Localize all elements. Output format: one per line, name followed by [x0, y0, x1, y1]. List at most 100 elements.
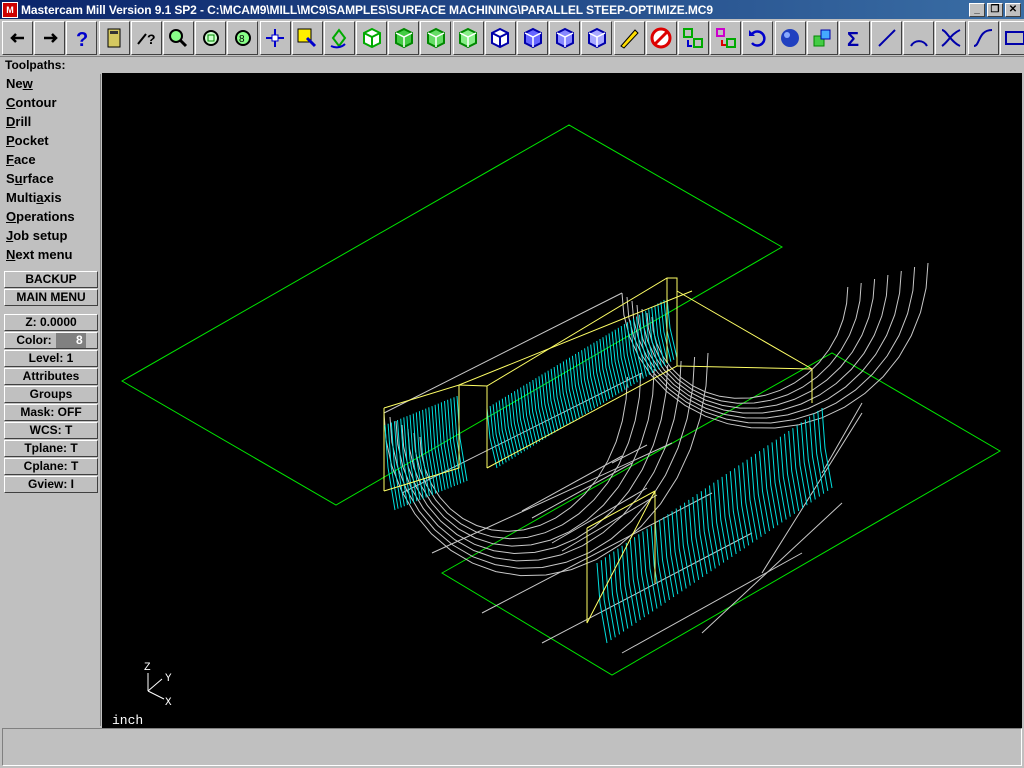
cube-iso-button[interactable] [581, 20, 613, 55]
shell-edge [621, 552, 803, 654]
rectangle-button[interactable] [999, 20, 1024, 55]
backup-button[interactable]: BACKUP [4, 271, 98, 288]
part-wireframe: Z Y X [120, 124, 1001, 709]
menu-item-contour[interactable]: Contour [2, 93, 100, 112]
toolpath-pass [384, 424, 396, 511]
toolpath-pass [657, 303, 669, 364]
menu-item-operations[interactable]: Operations [2, 207, 100, 226]
svg-text:?: ? [147, 31, 156, 47]
select-button[interactable] [291, 20, 323, 55]
line-icon [877, 28, 896, 47]
forward-arrow-button[interactable] [34, 20, 66, 55]
menu-item-job-setup[interactable]: Job setup [2, 226, 100, 245]
color-button[interactable]: Color: 8 [4, 332, 98, 349]
toolpath-pass [593, 342, 605, 403]
transform-button[interactable] [677, 20, 709, 55]
graphics-viewport[interactable]: Z Y X inch [102, 73, 1022, 728]
toolpath-pass [660, 301, 672, 362]
level-button[interactable]: Level: 1 [4, 350, 98, 367]
wcs-button[interactable]: WCS: T [4, 422, 98, 439]
solid-icon [813, 29, 831, 46]
rotate-icon [330, 27, 347, 48]
menu-item-next-menu[interactable]: Next menu [2, 245, 100, 264]
mask-button[interactable]: Mask: OFF [4, 404, 98, 421]
gview-button[interactable]: Gview: I [4, 476, 98, 493]
app-logo-icon: M [2, 1, 18, 18]
forward-arrow-icon [43, 32, 58, 43]
cube-top-button[interactable] [484, 20, 516, 55]
cube-top-icon [491, 27, 510, 48]
calculator-button[interactable] [98, 20, 130, 55]
select-icon [297, 28, 317, 47]
status-prompt-area [2, 728, 1022, 766]
close-button[interactable]: ✕ [1005, 2, 1021, 17]
spline-icon [973, 28, 993, 47]
toolpath-pass [514, 391, 525, 452]
shade-button[interactable] [774, 20, 806, 55]
svg-text:8: 8 [239, 34, 245, 45]
arc-button[interactable] [903, 20, 935, 55]
solid-button[interactable] [806, 20, 838, 55]
view-iso-icon [459, 27, 478, 48]
calculator-icon [107, 28, 121, 47]
erase-button[interactable] [613, 20, 645, 55]
restore-button[interactable]: ❐ [987, 2, 1003, 17]
tplane-button[interactable]: Tplane: T [4, 440, 98, 457]
shade-icon [781, 28, 799, 47]
back-arrow-button[interactable] [2, 20, 33, 55]
z-depth-button[interactable]: Z: 0.0000 [4, 314, 98, 331]
view-top-button[interactable] [356, 20, 388, 55]
cplane-button[interactable]: Cplane: T [4, 458, 98, 475]
view-top-icon [362, 27, 381, 48]
toolpath-pass [532, 379, 544, 441]
menu-item-face[interactable]: Face [2, 150, 100, 169]
menu-header: Toolpaths: [5, 58, 66, 72]
view-front-icon [394, 27, 413, 48]
slot-edge [531, 462, 633, 519]
view-side-icon [426, 27, 445, 48]
translate-button[interactable] [710, 20, 742, 55]
sum-button[interactable]: Σ [838, 20, 870, 55]
zoom-previous-button[interactable]: 8 [227, 20, 259, 55]
spline-button[interactable] [967, 20, 999, 55]
pan-button[interactable] [259, 20, 291, 55]
view-iso-button[interactable] [452, 20, 484, 55]
units-label: inch [112, 713, 144, 728]
menu-item-multiaxis[interactable]: Multiaxis [2, 188, 100, 207]
title-bar: M Mastercam Mill Version 9.1 SP2 - C:\MC… [0, 0, 1024, 19]
zoom-window-button[interactable] [162, 20, 194, 55]
delete-button[interactable] [645, 20, 677, 55]
menu-item-surface[interactable]: Surface [2, 169, 100, 188]
svg-text:Σ: Σ [847, 29, 859, 50]
shell-arc-rear [646, 282, 862, 404]
back-arrow-icon [9, 32, 24, 43]
view-front-button[interactable] [388, 20, 420, 55]
menu-item-new[interactable]: New [2, 74, 100, 93]
line-button[interactable] [871, 20, 903, 55]
slot-edge [561, 494, 658, 552]
zoom-out-button[interactable] [195, 20, 227, 55]
analyze-button[interactable]: ? [130, 20, 162, 55]
axis-z-label: Z [144, 662, 151, 674]
toolpath-pass [663, 299, 675, 361]
toolpath-pass [529, 381, 541, 443]
attributes-button[interactable]: Attributes [4, 368, 98, 385]
toolpath-pass [535, 378, 547, 439]
menu-item-pocket[interactable]: Pocket [2, 131, 100, 150]
shell-arc [413, 372, 642, 540]
minimize-button[interactable]: _ [969, 2, 985, 17]
cube-front-button[interactable] [517, 20, 548, 55]
toolpath-pass [666, 297, 678, 359]
pan-icon [266, 28, 284, 47]
axis-triad [147, 673, 165, 700]
cube-iso-icon [587, 27, 606, 48]
rotate-button[interactable] [323, 20, 355, 55]
fillet-button[interactable] [935, 20, 967, 55]
main-menu-button[interactable]: MAIN MENU [4, 289, 98, 306]
menu-item-drill[interactable]: Drill [2, 112, 100, 131]
view-side-button[interactable] [420, 20, 452, 55]
groups-button[interactable]: Groups [4, 386, 98, 403]
help-button[interactable]: ? [66, 20, 98, 55]
cube-side-button[interactable] [549, 20, 581, 55]
undo-button[interactable] [742, 20, 774, 55]
